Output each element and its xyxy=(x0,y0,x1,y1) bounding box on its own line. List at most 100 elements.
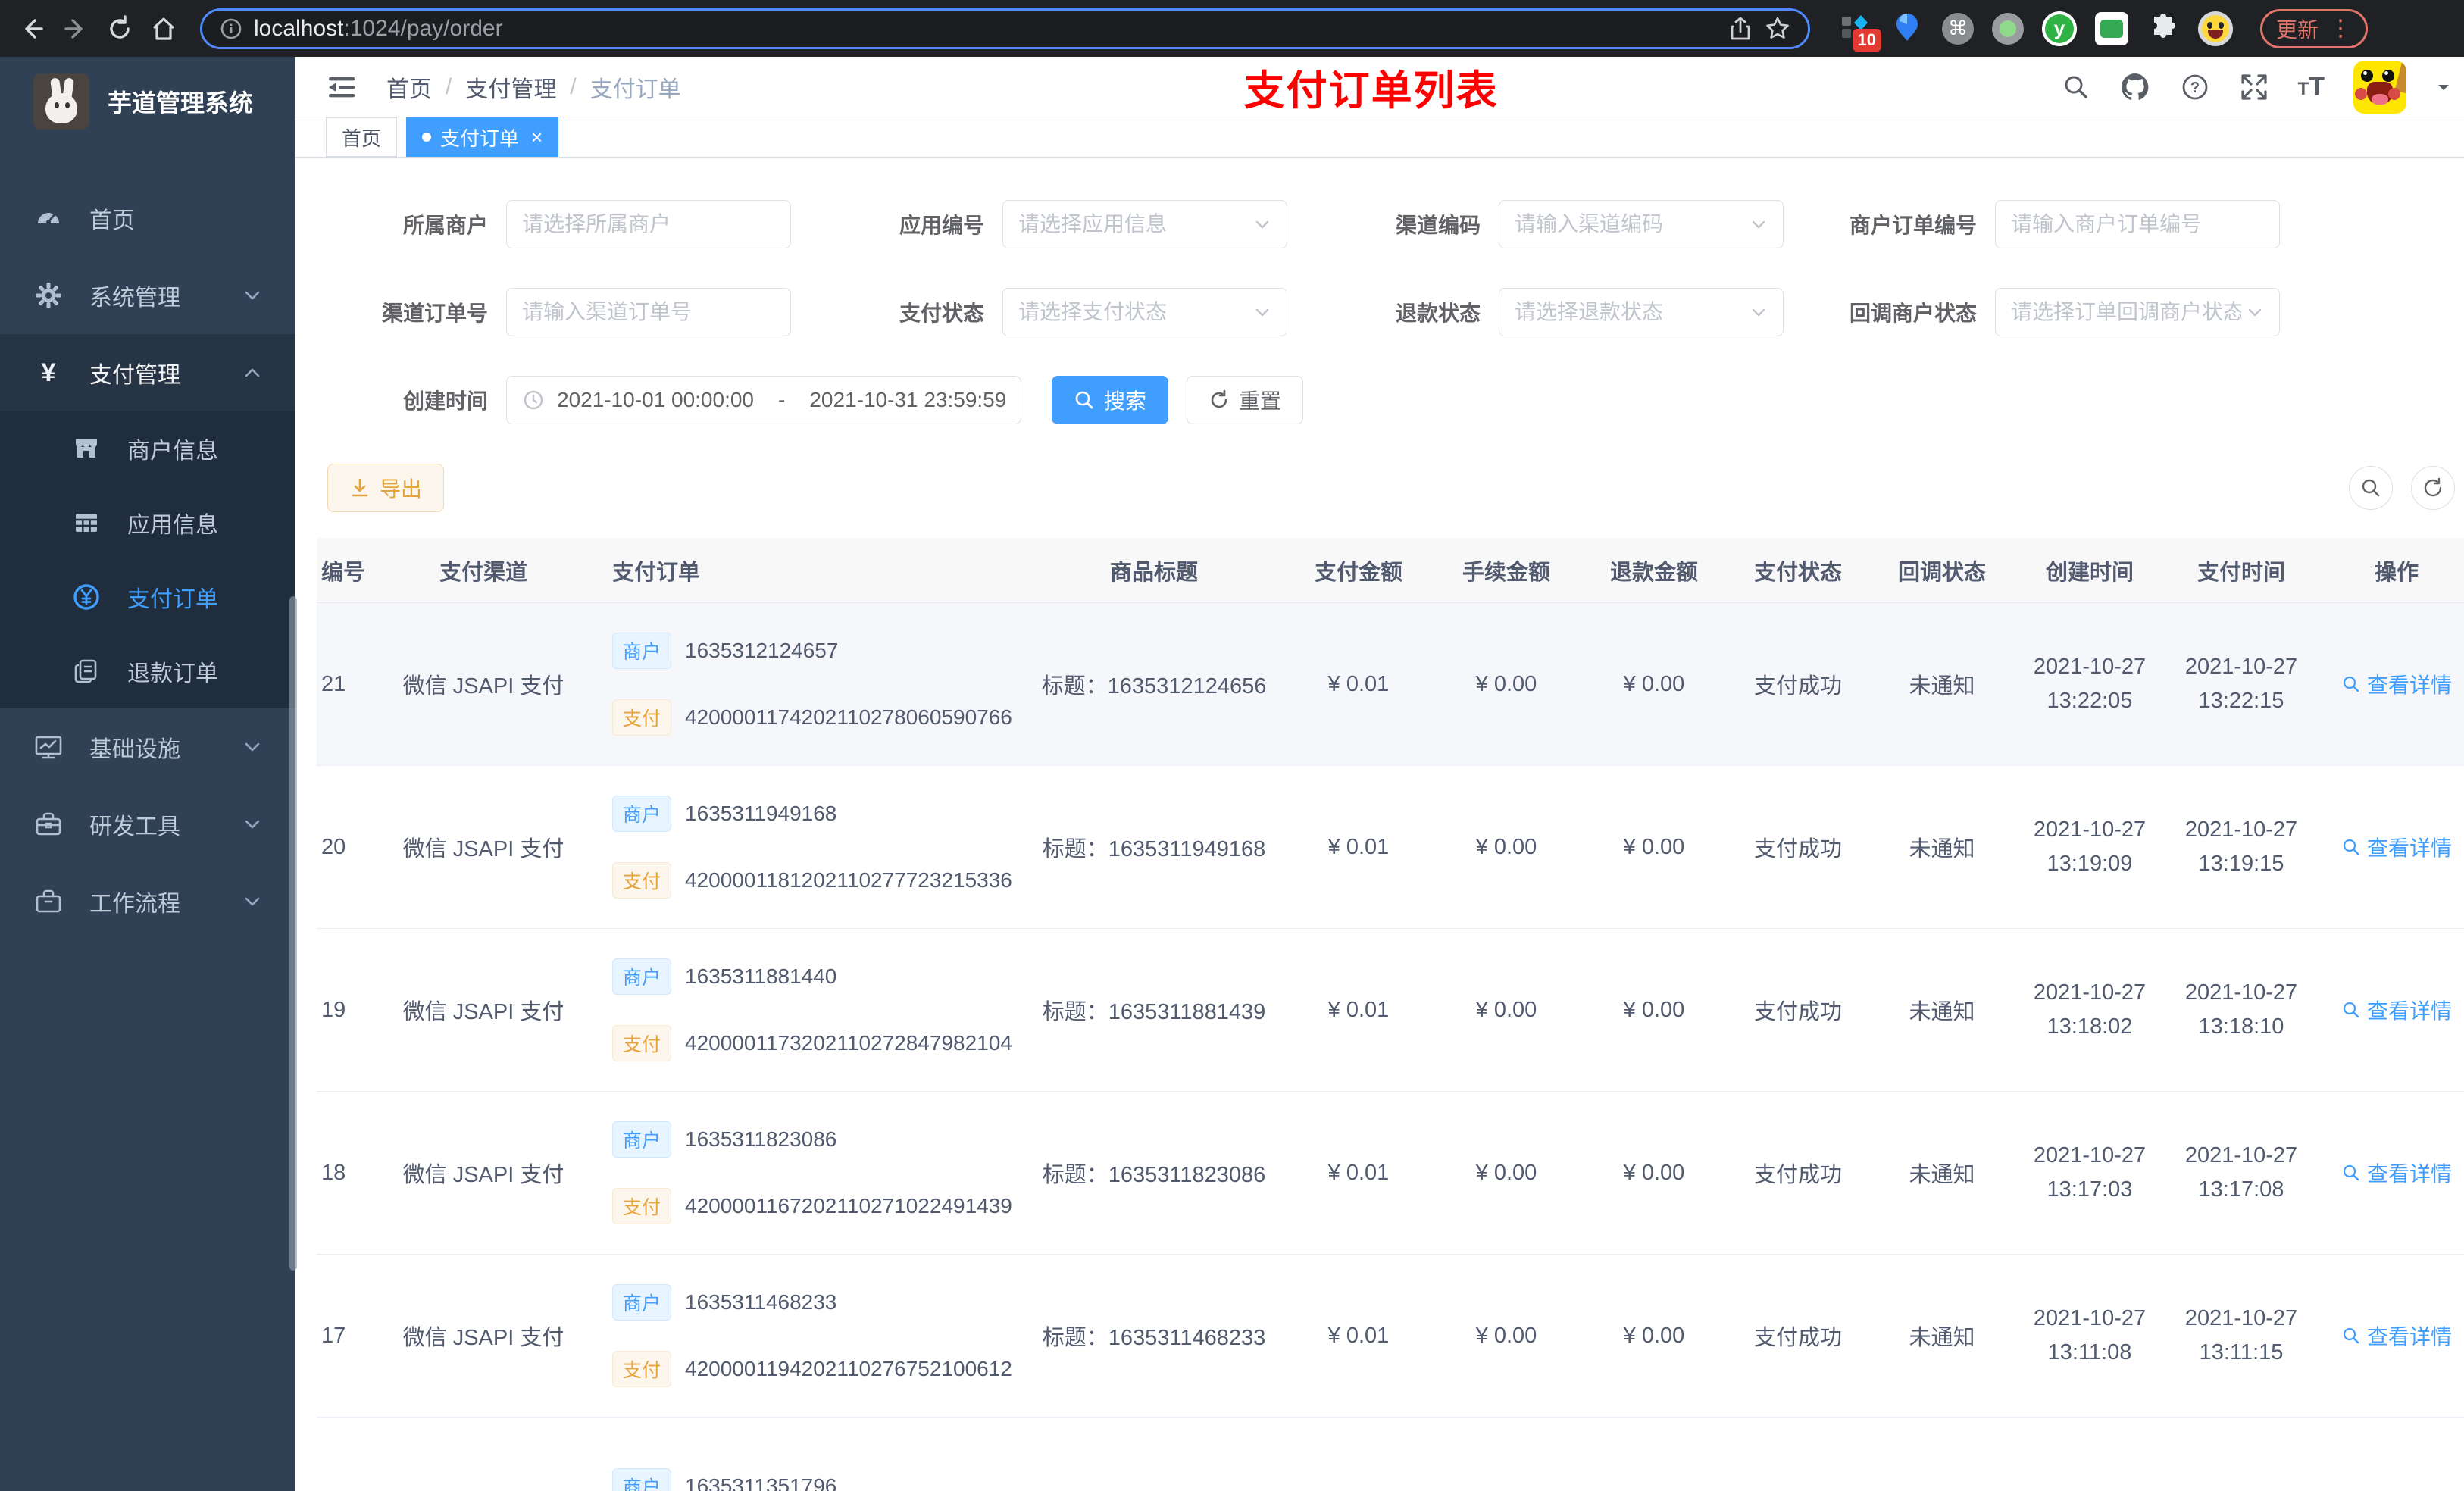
cell-status: 支付成功 xyxy=(1753,1326,1842,1350)
view-detail-link[interactable]: 查看详情 xyxy=(2341,669,2452,699)
table-row[interactable]: 18 微信 JSAPI 支付 商户 1635311823086 支付 4200001… xyxy=(317,1092,2464,1255)
sidebar-item-devtools[interactable]: 研发工具 xyxy=(0,786,295,863)
merchant-input-field[interactable] xyxy=(522,212,775,236)
sidebar-item-payment[interactable]: ¥ 支付管理 xyxy=(0,334,295,411)
breadcrumb-home[interactable]: 首页 xyxy=(386,70,432,104)
sidebar-item-label: 支付管理 xyxy=(89,363,180,388)
site-info-icon[interactable] xyxy=(219,17,243,41)
tab-label: 首页 xyxy=(342,127,382,150)
url-host: localhost xyxy=(254,15,344,41)
sidebar-item-system[interactable]: 系统管理 xyxy=(0,257,295,334)
fullscreen-icon[interactable] xyxy=(2239,72,2269,102)
tab-manager-extension-icon[interactable]: 10 xyxy=(1839,12,1881,52)
profile-avatar-icon[interactable] xyxy=(2198,11,2233,46)
chat-extension-icon[interactable] xyxy=(2095,11,2128,45)
pay-status-select[interactable] xyxy=(1002,288,1287,336)
channel-order-no-input[interactable] xyxy=(506,288,791,336)
cell-id: 20 xyxy=(321,834,346,859)
select-arrow-icon xyxy=(2246,303,2264,321)
cell-actions: 查看详情 xyxy=(2317,832,2464,863)
back-icon[interactable] xyxy=(14,11,50,47)
pay-order-no: 4200001167202110271022491439 xyxy=(685,1194,1012,1217)
merchant-input[interactable] xyxy=(506,200,791,248)
sidebar-item-infra[interactable]: 基础设施 xyxy=(0,708,295,786)
view-detail-link[interactable]: 查看详情 xyxy=(2341,1321,2452,1351)
search-icon[interactable] xyxy=(2062,73,2090,102)
merchant-tag: 商户 xyxy=(612,633,672,669)
github-icon[interactable] xyxy=(2119,71,2151,103)
sidebar-item-label: 研发工具 xyxy=(89,814,180,839)
home-icon[interactable] xyxy=(145,11,182,47)
chrome-menu-dots-icon[interactable]: ⋮ xyxy=(2329,15,2352,42)
forward-icon[interactable] xyxy=(58,11,94,47)
cell-create-time: 2021-10-27 13:18:02 xyxy=(2033,980,2147,1039)
yen-circle-icon xyxy=(71,583,102,611)
vue-devtools-extension-icon[interactable]: y xyxy=(2042,11,2077,46)
merchant-order-no-input[interactable] xyxy=(1995,200,2280,248)
channel-order-no-field[interactable] xyxy=(522,300,775,324)
refund-status-select[interactable] xyxy=(1499,288,1784,336)
export-button[interactable]: 导出 xyxy=(327,464,445,512)
filter-notify-status: 回调商户状态 xyxy=(1806,288,2302,336)
balloon-extension-icon[interactable] xyxy=(1890,12,1924,45)
sidebar-item-refund-order[interactable]: 退款订单 xyxy=(0,634,295,708)
tab-home[interactable]: 首页 xyxy=(326,117,398,157)
tab-pay-order[interactable]: 支付订单 × xyxy=(406,117,559,157)
notify-status-field[interactable] xyxy=(2011,300,2241,324)
app-id-select[interactable] xyxy=(1002,200,1287,248)
sidebar-item-workflow[interactable]: 工作流程 xyxy=(0,863,295,940)
puzzle-extensions-icon[interactable] xyxy=(2147,12,2180,45)
notify-status-select[interactable] xyxy=(1995,288,2280,336)
create-time-range-picker[interactable]: 2021-10-01 00:00:00 - 2021-10-31 23:59:5… xyxy=(506,376,1021,424)
reset-button[interactable]: 重置 xyxy=(1187,376,1304,424)
chevron-up-icon xyxy=(242,363,262,383)
chevron-down-icon xyxy=(242,892,262,911)
avatar-caret-icon[interactable] xyxy=(2435,79,2452,95)
update-button[interactable]: 更新 ⋮ xyxy=(2260,8,2369,48)
reload-icon[interactable] xyxy=(102,11,138,47)
share-icon[interactable] xyxy=(1728,16,1753,42)
merchant-order-no-field[interactable] xyxy=(2011,212,2264,236)
search-button[interactable]: 搜索 xyxy=(1052,376,1169,424)
sidebar-item-merchant-info[interactable]: 商户信息 xyxy=(0,411,295,486)
col-header-pay-order: 支付订单 xyxy=(612,560,701,585)
cmd-extension-icon[interactable]: ⌘ xyxy=(1942,12,1974,45)
table-row-partial[interactable]: 商户 1635311351796 xyxy=(317,1418,2464,1491)
svg-text:?: ? xyxy=(2190,80,2199,96)
date-start-value[interactable]: 2021-10-01 00:00:00 xyxy=(557,388,754,412)
channel-code-select[interactable] xyxy=(1499,200,1784,248)
view-detail-link[interactable]: 查看详情 xyxy=(2341,995,2452,1025)
url-text[interactable]: localhost:1024/pay/order xyxy=(254,16,1717,42)
font-size-icon[interactable]: TT xyxy=(2298,72,2325,102)
bookmark-star-icon[interactable] xyxy=(1764,15,1791,42)
view-detail-link[interactable]: 查看详情 xyxy=(2341,832,2452,862)
sidebar-item-pay-order[interactable]: 支付订单 xyxy=(0,560,295,634)
sidebar-item-home[interactable]: 首页 xyxy=(0,180,295,257)
collapse-sidebar-icon[interactable] xyxy=(326,71,358,103)
view-detail-link[interactable]: 查看详情 xyxy=(2341,1158,2452,1188)
sidebar-scrollbar-thumb[interactable] xyxy=(289,596,297,1271)
pay-status-field[interactable] xyxy=(1018,300,1249,324)
user-avatar[interactable] xyxy=(2353,60,2406,114)
refresh-table-icon[interactable] xyxy=(2411,466,2455,510)
breadcrumb-pay-manage[interactable]: 支付管理 xyxy=(465,70,556,104)
date-end-value[interactable]: 2021-10-31 23:59:59 xyxy=(809,388,1006,412)
app-id-select-field[interactable] xyxy=(1018,212,1249,236)
refund-status-field[interactable] xyxy=(1515,300,1745,324)
url-bar[interactable]: localhost:1024/pay/order xyxy=(200,8,1810,49)
dot-extension-icon[interactable] xyxy=(1992,12,2024,45)
cell-pay-time: 2021-10-27 13:11:15 xyxy=(2184,1306,2298,1364)
table-row[interactable]: 21 微信 JSAPI 支付 商户 1635312124657 支付 4200001… xyxy=(317,603,2464,766)
pay-tag: 支付 xyxy=(612,699,672,736)
cell-fee: ¥ 0.00 xyxy=(1475,671,1537,696)
briefcase-icon xyxy=(33,887,64,916)
table-row[interactable]: 20 微信 JSAPI 支付 商户 1635311949168 支付 4200001… xyxy=(317,766,2464,929)
close-tab-icon[interactable]: × xyxy=(531,126,543,149)
show-search-toggle-icon[interactable] xyxy=(2349,466,2393,510)
question-help-icon[interactable]: ? xyxy=(2180,72,2210,102)
channel-code-field[interactable] xyxy=(1515,212,1745,236)
sidebar-item-app-info[interactable]: 应用信息 xyxy=(0,486,295,560)
table-row[interactable]: 17 微信 JSAPI 支付 商户 1635311468233 支付 4200001… xyxy=(317,1255,2464,1418)
table-row[interactable]: 19 微信 JSAPI 支付 商户 1635311881440 支付 4200001… xyxy=(317,929,2464,1092)
cell-fee: ¥ 0.00 xyxy=(1475,1160,1537,1185)
